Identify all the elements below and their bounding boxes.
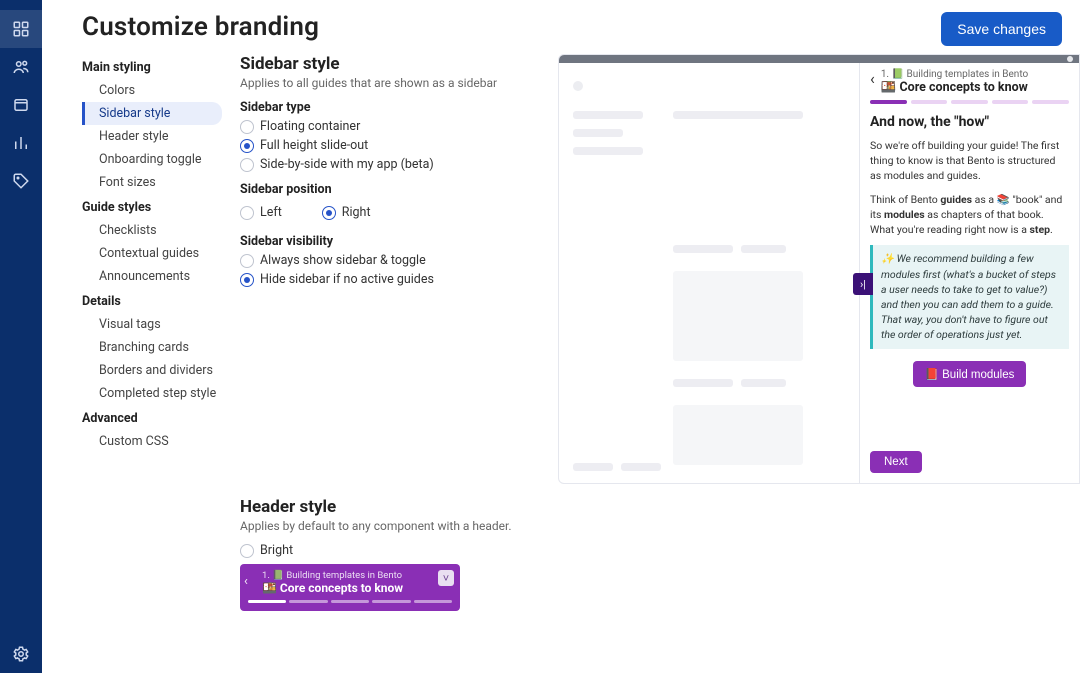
radio-sidebar-type-floating[interactable]: Floating container	[240, 119, 540, 134]
radio-header-style-bright[interactable]: Bright	[240, 543, 540, 558]
rail-item-users[interactable]	[0, 48, 42, 86]
nav-item-branching-cards[interactable]: Branching cards	[82, 336, 222, 359]
window-dot-icon	[1067, 56, 1073, 62]
nav-item-onboarding-toggle[interactable]: Onboarding toggle	[82, 148, 222, 171]
rail-item-tags[interactable]	[0, 162, 42, 200]
rail-item-library[interactable]	[0, 86, 42, 124]
header-style-preview-card: ‹ ˅ 1. 📗 Building templates in Bento 🍱 C…	[240, 564, 460, 611]
preview-titlebar	[559, 55, 1079, 63]
app-rail	[0, 0, 42, 673]
field-sidebar-position: Sidebar position	[240, 182, 540, 197]
section-nav: Main styling Colors Sidebar style Header…	[82, 54, 222, 673]
nav-item-colors[interactable]: Colors	[82, 79, 222, 102]
users-icon	[12, 58, 30, 76]
nav-item-header-style[interactable]: Header style	[82, 125, 222, 148]
chevron-left-icon[interactable]: ‹	[244, 574, 248, 589]
nav-group-main-styling: Main styling	[82, 60, 222, 75]
rail-item-analytics[interactable]	[0, 124, 42, 162]
nav-item-font-sizes[interactable]: Font sizes	[82, 171, 222, 194]
preview-breadcrumb: 1. 📗 Building templates in Bento	[881, 69, 1028, 80]
preview-app-skeleton	[559, 63, 859, 483]
nav-group-advanced: Advanced	[82, 411, 222, 426]
section-sub-sidebar-style: Applies to all guides that are shown as …	[240, 76, 540, 90]
preview-back-icon[interactable]: ‹	[870, 69, 875, 88]
nav-item-announcements[interactable]: Announcements	[82, 265, 222, 288]
radio-sidebar-type-side-by-side[interactable]: Side-by-side with my app (beta)	[240, 157, 540, 172]
radio-sidebar-pos-right[interactable]: Right	[322, 205, 371, 220]
nav-item-sidebar-style[interactable]: Sidebar style	[82, 102, 222, 125]
build-modules-button[interactable]: 📕 Build modules	[913, 361, 1027, 387]
gear-icon	[12, 645, 30, 663]
preview-callout: ✨ We recommend building a few modules fi…	[870, 245, 1069, 348]
nav-item-checklists[interactable]: Checklists	[82, 219, 222, 242]
section-heading-sidebar-style: Sidebar style	[240, 54, 540, 74]
radio-sidebar-vis-always[interactable]: Always show sidebar & toggle	[240, 253, 540, 268]
nav-group-guide-styles: Guide styles	[82, 200, 222, 215]
next-button[interactable]: Next	[870, 451, 922, 473]
preview-heading: And now, the "how"	[870, 114, 1069, 130]
grid-icon	[12, 20, 30, 38]
section-heading-header-style: Header style	[240, 497, 540, 517]
mini-breadcrumb: 1. 📗 Building templates in Bento	[262, 570, 452, 581]
mini-title: 🍱 Core concepts to know	[262, 581, 452, 595]
header-row: Customize branding Save changes	[42, 0, 1080, 54]
analytics-icon	[12, 134, 30, 152]
form-column: Sidebar style Applies to all guides that…	[240, 54, 540, 673]
radio-sidebar-vis-hide[interactable]: Hide sidebar if no active guides	[240, 272, 540, 287]
preview-progress	[870, 100, 1069, 104]
nav-group-details: Details	[82, 294, 222, 309]
nav-item-completed-step-style[interactable]: Completed step style	[82, 382, 222, 405]
preview-paragraph-2: Think of Bento guides as a 📚 "book" and …	[870, 192, 1069, 238]
tag-icon	[12, 172, 30, 190]
page-title: Customize branding	[82, 12, 319, 42]
nav-item-borders-dividers[interactable]: Borders and dividers	[82, 359, 222, 382]
sidebar-toggle-tab[interactable]: ›|	[853, 273, 873, 295]
section-sub-header-style: Applies by default to any component with…	[240, 519, 540, 533]
preview-title: 🍱 Core concepts to know	[881, 80, 1028, 95]
mini-progress	[248, 600, 452, 603]
main: Customize branding Save changes Main sty…	[42, 0, 1080, 673]
rail-item-settings[interactable]	[0, 635, 42, 673]
radio-sidebar-pos-left[interactable]: Left	[240, 205, 282, 220]
field-sidebar-visibility: Sidebar visibility	[240, 234, 540, 249]
field-sidebar-type: Sidebar type	[240, 100, 540, 115]
nav-item-visual-tags[interactable]: Visual tags	[82, 313, 222, 336]
preview-paragraph-1: So we're off building your guide! The fi…	[870, 138, 1069, 184]
nav-item-contextual-guides[interactable]: Contextual guides	[82, 242, 222, 265]
radio-sidebar-type-full-height[interactable]: Full height slide-out	[240, 138, 540, 153]
preview-window: ›| ‹ 1. 📗 Building templates in Bento 🍱 …	[558, 54, 1080, 484]
nav-item-custom-css[interactable]: Custom CSS	[82, 430, 222, 453]
save-button[interactable]: Save changes	[941, 12, 1062, 46]
library-icon	[12, 96, 30, 114]
preview-sidebar: ‹ 1. 📗 Building templates in Bento 🍱 Cor…	[859, 63, 1079, 483]
rail-item-dashboard[interactable]	[0, 10, 42, 48]
